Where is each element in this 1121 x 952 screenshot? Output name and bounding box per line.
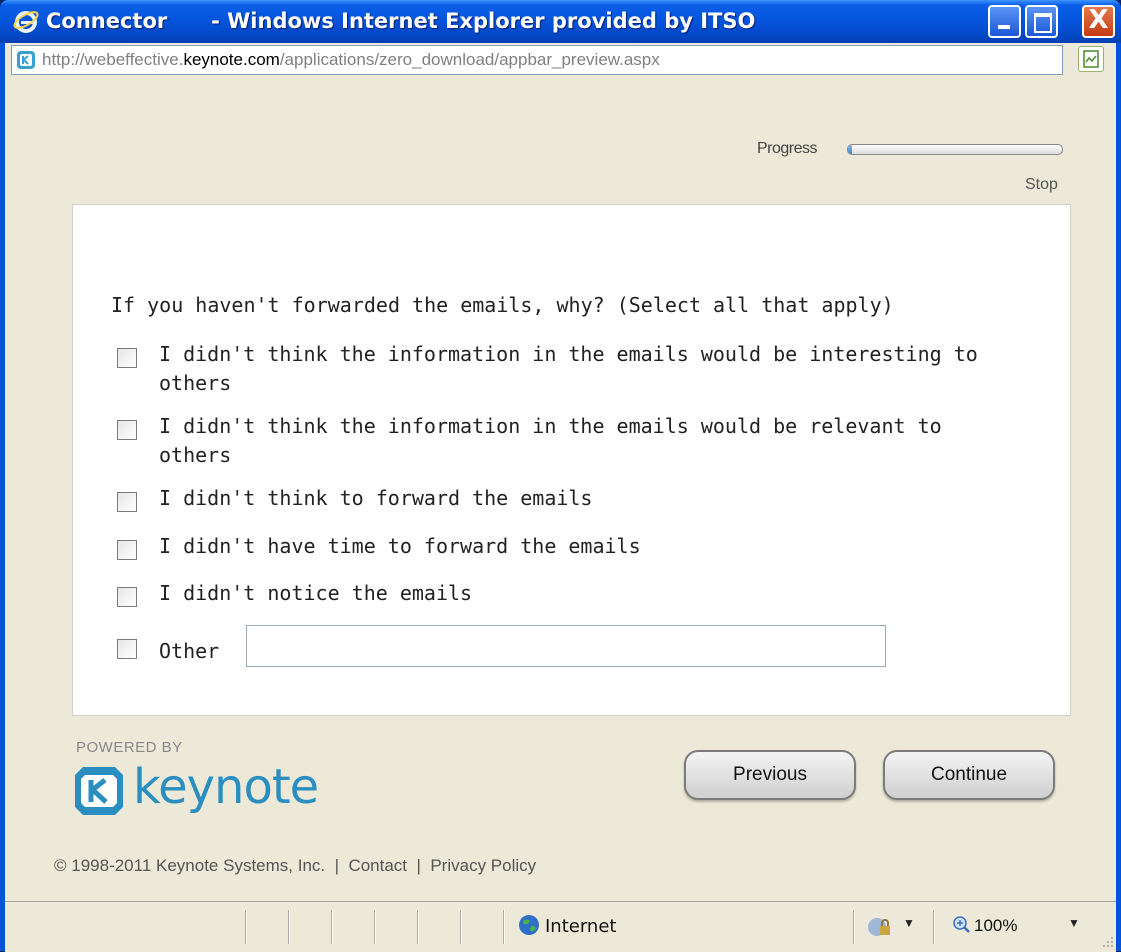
option-label: I didn't think the information in the em…	[159, 342, 978, 395]
stop-link[interactable]: Stop	[1025, 176, 1058, 194]
keynote-site-icon	[17, 51, 35, 69]
status-divider	[460, 910, 462, 944]
option-label: I didn't have time to forward the emails	[159, 534, 641, 558]
checkbox-no-time[interactable]	[117, 540, 137, 560]
maximize-icon	[1034, 13, 1052, 33]
zoom-control[interactable]: 100%	[953, 916, 1017, 936]
other-text-input[interactable]	[246, 625, 886, 667]
status-divider	[331, 910, 333, 944]
checkbox-relevant[interactable]	[117, 420, 137, 440]
status-divider	[245, 910, 247, 944]
internet-explorer-icon	[13, 11, 39, 33]
globe-icon	[519, 915, 539, 935]
checkbox-interesting[interactable]	[117, 348, 137, 368]
zoom-level: 100%	[974, 916, 1018, 935]
option-label: I didn't think to forward the emails	[159, 486, 593, 510]
previous-button[interactable]: Previous	[684, 750, 856, 800]
resize-grip-icon[interactable]	[1100, 934, 1114, 948]
progress-bar	[847, 144, 1063, 155]
chevron-down-icon[interactable]: ▼	[903, 916, 915, 930]
status-divider	[417, 910, 419, 944]
window-frame-right	[1116, 43, 1121, 951]
survey-question: If you haven't forwarded the emails, why…	[111, 293, 894, 317]
minimize-button[interactable]	[988, 5, 1021, 38]
feed-icon	[1083, 50, 1099, 68]
protected-mode-icon[interactable]	[867, 916, 893, 938]
maximize-button[interactable]	[1025, 5, 1058, 38]
status-divider	[374, 910, 376, 944]
close-button[interactable]: X	[1082, 5, 1115, 38]
progress-fill	[848, 145, 853, 154]
feed-button[interactable]	[1078, 46, 1104, 72]
url-prefix: http://webeffective.	[42, 50, 184, 69]
status-divider	[288, 910, 290, 944]
status-divider	[503, 910, 505, 944]
security-zone-label: Internet	[545, 916, 617, 937]
status-divider	[933, 910, 935, 944]
chevron-down-icon[interactable]: ▼	[1068, 916, 1080, 930]
checkbox-other[interactable]	[117, 639, 137, 659]
powered-by-label: POWERED BY	[76, 739, 183, 756]
keynote-logo: keynote	[73, 759, 343, 821]
keynote-wordmark: keynote	[133, 759, 319, 815]
page-content: Progress Stop If you haven't forwarded t…	[5, 103, 1116, 901]
close-icon: X	[1088, 5, 1109, 35]
security-zone[interactable]: Internet	[519, 915, 617, 937]
keynote-logo-icon	[75, 767, 123, 815]
status-divider	[853, 910, 855, 944]
checkbox-didnt-notice[interactable]	[117, 587, 137, 607]
footer-text: © 1998-2011 Keynote Systems, Inc. | Cont…	[54, 856, 537, 875]
option-label: I didn't notice the emails	[159, 581, 473, 605]
url-domain: keynote.com	[183, 50, 280, 69]
window-title: Connector - Windows Internet Explorer pr…	[46, 9, 756, 33]
zoom-icon	[953, 916, 970, 933]
status-bar: Internet ▼ 100% ▼	[5, 901, 1116, 952]
address-bar: http://webeffective.keynote.com/applicat…	[5, 43, 1116, 103]
url-text: http://webeffective.keynote.com/applicat…	[42, 50, 660, 70]
minimize-icon	[998, 25, 1010, 29]
option-label: Other	[159, 639, 220, 663]
option-label: I didn't think the information in the em…	[159, 414, 942, 467]
url-path: /applications/zero_download/appbar_previ…	[279, 50, 660, 69]
title-bar[interactable]: Connector - Windows Internet Explorer pr…	[0, 0, 1121, 43]
survey-panel: If you haven't forwarded the emails, why…	[72, 204, 1071, 716]
progress-label: Progress	[757, 140, 818, 157]
checkbox-didnt-think[interactable]	[117, 492, 137, 512]
url-field[interactable]: http://webeffective.keynote.com/applicat…	[11, 45, 1063, 75]
continue-button[interactable]: Continue	[883, 750, 1055, 800]
